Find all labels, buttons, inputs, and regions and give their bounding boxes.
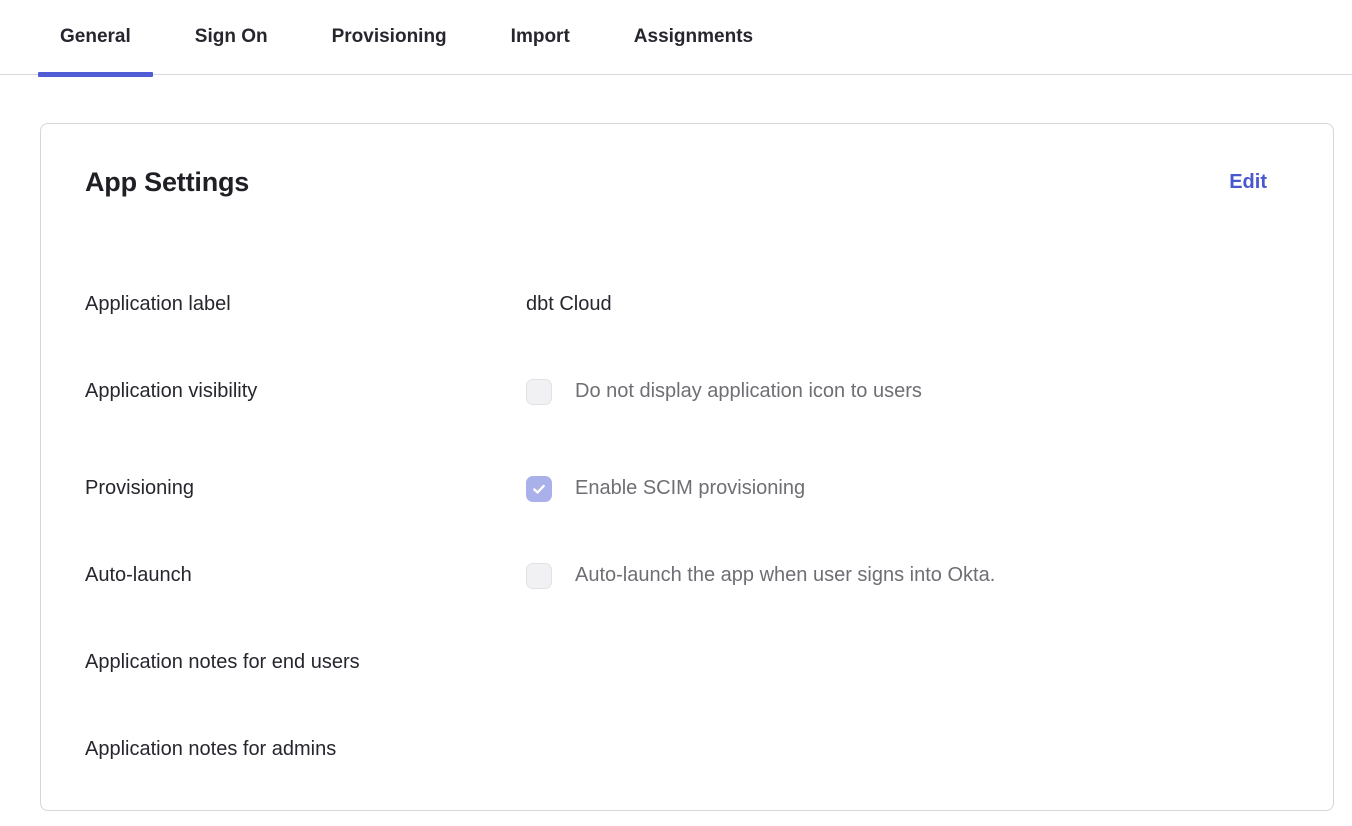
- field-label: Application notes for admins: [85, 738, 526, 761]
- checkbox-label: Enable SCIM provisioning: [575, 477, 805, 500]
- field-label: Provisioning: [85, 477, 526, 500]
- field-label: Application notes for end users: [85, 651, 526, 674]
- application-label-value: dbt Cloud: [526, 293, 612, 316]
- field-row-application-visibility: Application visibility Do not display ap…: [41, 348, 1333, 435]
- tab-sign-on[interactable]: Sign On: [173, 0, 290, 74]
- field-rows: Application label dbt Cloud Application …: [41, 261, 1333, 793]
- field-row-provisioning: Provisioning Enable SCIM provisioning: [41, 445, 1333, 532]
- app-settings-card: App Settings Edit Application label dbt …: [40, 123, 1334, 811]
- tab-provisioning[interactable]: Provisioning: [310, 0, 469, 74]
- field-row-notes-end-users: Application notes for end users: [41, 619, 1333, 706]
- field-row-application-label: Application label dbt Cloud: [41, 261, 1333, 348]
- field-value: Enable SCIM provisioning: [526, 476, 805, 502]
- page-title: App Settings: [85, 164, 249, 200]
- checkmark-icon: [530, 480, 548, 498]
- checkbox-label: Auto-launch the app when user signs into…: [575, 564, 995, 587]
- field-value: Auto-launch the app when user signs into…: [526, 563, 995, 589]
- field-value: Do not display application icon to users: [526, 379, 922, 405]
- card-header: App Settings Edit: [41, 164, 1333, 200]
- tab-general[interactable]: General: [38, 0, 153, 74]
- tab-import[interactable]: Import: [489, 0, 592, 74]
- field-row-auto-launch: Auto-launch Auto-launch the app when use…: [41, 532, 1333, 619]
- tab-bar: General Sign On Provisioning Import Assi…: [0, 0, 1352, 75]
- field-label: Application visibility: [85, 380, 526, 403]
- field-label: Auto-launch: [85, 564, 526, 587]
- enable-scim-provisioning-checkbox[interactable]: [526, 476, 552, 502]
- auto-launch-checkbox[interactable]: [526, 563, 552, 589]
- checkbox-label: Do not display application icon to users: [575, 380, 922, 403]
- tab-assignments[interactable]: Assignments: [612, 0, 775, 74]
- edit-button[interactable]: Edit: [1229, 171, 1267, 194]
- field-label: Application label: [85, 293, 526, 316]
- application-visibility-checkbox[interactable]: [526, 379, 552, 405]
- field-row-notes-admins: Application notes for admins: [41, 706, 1333, 793]
